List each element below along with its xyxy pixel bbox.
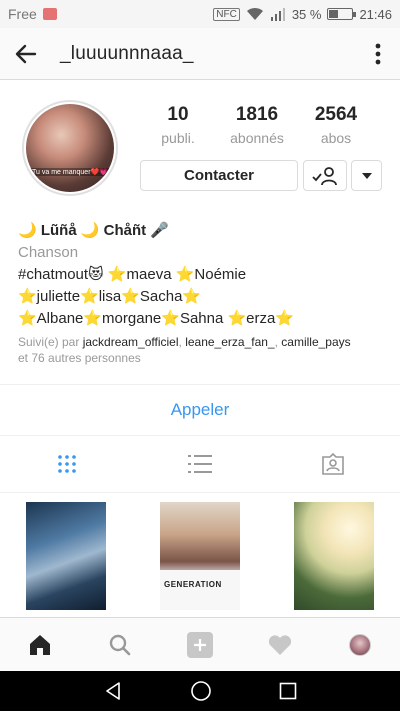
profile-header: _luuuunnnaaa_ bbox=[0, 28, 400, 80]
divider bbox=[0, 384, 400, 385]
caret-down-icon bbox=[361, 172, 372, 179]
page-title: _luuuunnnaaa_ bbox=[60, 42, 194, 64]
tagged-icon bbox=[322, 453, 345, 475]
tab-list[interactable] bbox=[133, 436, 266, 492]
tab-grid[interactable] bbox=[0, 436, 133, 492]
followed-by[interactable]: Suivi(e) par jackdream_officiel, leane_e… bbox=[18, 334, 388, 366]
system-nav-bar bbox=[0, 671, 400, 711]
battery-percent: 35 % bbox=[291, 6, 322, 22]
bio-line-2: ⭐juliette⭐lisa⭐Sacha⭐ bbox=[18, 288, 202, 305]
system-home-icon[interactable] bbox=[190, 680, 212, 702]
avatar-image: Tu va me manquer❤️💗 bbox=[26, 104, 114, 192]
display-name: 🌙 Lũñå 🌙 Chåñt 🎤 bbox=[18, 222, 170, 239]
followed-by-others: et 76 autres personnes bbox=[18, 351, 141, 365]
nav-add[interactable] bbox=[160, 631, 240, 658]
list-icon bbox=[187, 455, 212, 473]
clock: 21:46 bbox=[359, 6, 392, 22]
posts-grid: GENERATION bbox=[0, 494, 400, 612]
profile-avatar-icon bbox=[349, 633, 371, 656]
profile-bio: 🌙 Lũñå 🌙 Chåñt 🎤 Chanson #chatmout😻 ⭐mae… bbox=[18, 220, 388, 366]
shirt-text: GENERATION bbox=[164, 580, 222, 589]
status-icons: NFC 35 % 21:46 bbox=[213, 7, 392, 22]
post-thumbnail[interactable] bbox=[294, 502, 374, 610]
contact-button[interactable]: Contacter bbox=[140, 160, 298, 191]
stat-posts[interactable]: 10 publi. bbox=[142, 104, 214, 146]
signal-icon bbox=[270, 8, 285, 21]
following-button[interactable] bbox=[303, 160, 347, 191]
post-thumbnail[interactable]: GENERATION bbox=[160, 502, 240, 610]
followed-by-prefix: Suivi(e) par bbox=[18, 335, 83, 349]
back-button[interactable] bbox=[0, 28, 52, 80]
bio-line-1: #chatmout😻 ⭐maeva ⭐Noémie bbox=[18, 266, 247, 283]
arrow-left-icon bbox=[15, 44, 37, 63]
carrier-label: Free bbox=[8, 6, 37, 22]
stat-posts-count: 10 bbox=[167, 104, 189, 125]
stat-followers[interactable]: 1816 abonnés bbox=[221, 104, 293, 146]
stat-following[interactable]: 2564 abos bbox=[300, 104, 372, 146]
heart-icon bbox=[268, 634, 292, 655]
bio-line-3: ⭐Albane⭐morgane⭐Sahna ⭐erza⭐ bbox=[18, 310, 295, 327]
profile-tabs bbox=[0, 436, 400, 492]
stat-followers-label: abonnés bbox=[230, 130, 284, 146]
nav-home[interactable] bbox=[0, 634, 80, 656]
wifi-icon bbox=[246, 7, 263, 20]
post-thumbnail[interactable] bbox=[26, 502, 106, 610]
call-button[interactable]: Appeler bbox=[0, 386, 400, 434]
search-icon bbox=[109, 634, 131, 655]
stat-following-count: 2564 bbox=[314, 104, 358, 125]
stat-followers-count: 1816 bbox=[235, 104, 279, 125]
grid-icon bbox=[57, 455, 76, 473]
avatar-caption: Tu va me manquer❤️💗 bbox=[26, 168, 114, 176]
stat-following-label: abos bbox=[320, 130, 352, 146]
tab-tagged[interactable] bbox=[267, 436, 400, 492]
system-recents-icon[interactable] bbox=[279, 682, 297, 700]
system-back-icon[interactable] bbox=[103, 681, 123, 701]
profile-stats: 10 publi. 1816 abonnés 2564 abos bbox=[142, 104, 372, 146]
nav-search[interactable] bbox=[80, 634, 160, 656]
more-vertical-icon bbox=[375, 43, 381, 64]
more-options-button[interactable] bbox=[356, 28, 400, 80]
battery-icon bbox=[327, 8, 357, 20]
nav-activity[interactable] bbox=[240, 634, 320, 656]
bottom-nav bbox=[0, 617, 400, 671]
home-icon bbox=[30, 634, 50, 655]
profile-avatar[interactable]: Tu va me manquer❤️💗 bbox=[22, 100, 118, 196]
add-icon bbox=[187, 631, 213, 658]
followed-by-user-1[interactable]: jackdream_officiel bbox=[83, 335, 179, 349]
followed-by-user-3[interactable]: camille_pays bbox=[281, 335, 350, 349]
category-label: Chanson bbox=[18, 244, 79, 261]
user-check-icon bbox=[312, 166, 337, 185]
nfc-icon: NFC bbox=[213, 7, 240, 21]
status-bar: Free NFC 35 % 21:46 bbox=[0, 0, 400, 28]
suggestions-dropdown-button[interactable] bbox=[351, 160, 382, 191]
nav-profile[interactable] bbox=[320, 633, 400, 656]
post-shirt: GENERATION bbox=[160, 570, 240, 610]
stat-posts-label: publi. bbox=[161, 130, 195, 146]
divider bbox=[0, 492, 400, 493]
followed-by-user-2[interactable]: leane_erza_fan_ bbox=[185, 335, 274, 349]
notification-icon bbox=[42, 8, 57, 20]
